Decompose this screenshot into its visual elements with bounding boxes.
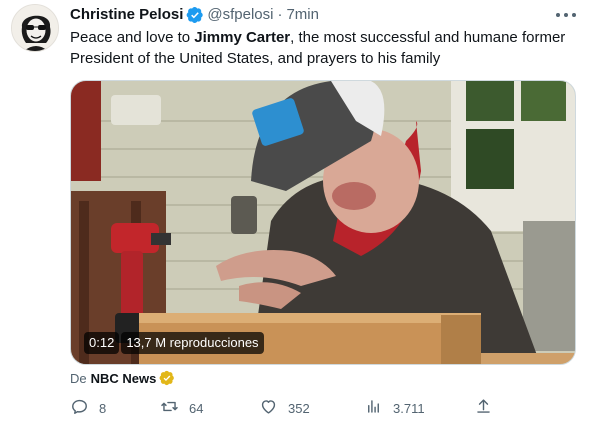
tweet-text-part: Peace and love to bbox=[70, 29, 195, 46]
media-source: De NBC News bbox=[70, 369, 175, 387]
source-prefix: De bbox=[70, 370, 87, 386]
video-frame bbox=[71, 81, 575, 364]
like-count: 352 bbox=[288, 400, 310, 416]
reply-icon bbox=[70, 397, 89, 419]
like-button[interactable]: 352 bbox=[259, 396, 310, 420]
tweet[interactable]: Christine Pelosi @sfpelosi · 7min Peace … bbox=[0, 0, 589, 422]
video-player[interactable]: 0:12 13,7 M reproducciones bbox=[70, 80, 576, 365]
source-name[interactable]: NBC News bbox=[91, 371, 157, 386]
tweet-timestamp[interactable]: 7min bbox=[286, 5, 319, 25]
views-icon bbox=[364, 397, 383, 419]
author-handle[interactable]: @sfpelosi bbox=[207, 5, 273, 25]
views-count: 3.711 bbox=[393, 400, 425, 416]
verified-icon[interactable] bbox=[186, 6, 204, 24]
share-icon bbox=[474, 397, 493, 419]
tweet-actions: 8 64 352 3.711 bbox=[66, 396, 506, 420]
video-view-count: 13,7 M reproducciones bbox=[121, 332, 264, 354]
avatar[interactable] bbox=[11, 4, 59, 52]
tweet-header: Christine Pelosi @sfpelosi · 7min bbox=[70, 5, 319, 25]
retweet-button[interactable]: 64 bbox=[160, 396, 203, 420]
retweet-icon bbox=[160, 397, 179, 419]
author-name[interactable]: Christine Pelosi bbox=[70, 5, 183, 25]
share-button[interactable] bbox=[474, 396, 493, 420]
tweet-text: Peace and love to Jimmy Carter, the most… bbox=[70, 27, 582, 69]
tweet-text-bold: Jimmy Carter bbox=[194, 29, 291, 46]
views-button[interactable]: 3.711 bbox=[364, 396, 425, 420]
separator-dot: · bbox=[277, 6, 283, 23]
video-duration: 0:12 bbox=[84, 332, 120, 354]
video-overlay: 0:12 13,7 M reproducciones bbox=[84, 332, 264, 354]
reply-count: 8 bbox=[99, 400, 107, 416]
retweet-count: 64 bbox=[189, 400, 204, 416]
reply-button[interactable]: 8 bbox=[70, 396, 106, 420]
gold-verified-icon[interactable] bbox=[159, 370, 175, 386]
like-icon bbox=[259, 397, 278, 419]
more-icon[interactable] bbox=[556, 8, 576, 22]
